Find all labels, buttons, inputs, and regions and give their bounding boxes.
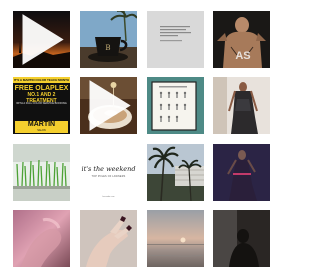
grid-tile-sunset-video[interactable] [13,11,70,68]
grid-tile-coffee-cup[interactable]: B [80,11,137,68]
dark-dancer-photo [213,144,270,201]
grid-tile-dark-nails[interactable] [80,210,137,267]
dark-nails-photo [80,210,137,267]
brand-name: MARTIN [27,121,56,128]
brand-subname: SALON [37,129,46,132]
grid-tile-latte-video[interactable] [80,77,137,134]
grid-tile-woman-dress[interactable] [213,77,270,134]
promo-subtext: WITH A FULL COLOR SERVICE BOOKING [16,102,67,105]
yoga-poster-photo [147,77,204,134]
brand-logo: MARTIN SALON [15,121,68,133]
quote-source: bonzobo.com [102,196,115,198]
coffee-cup-photo: B [80,11,137,68]
promo-card: IT'S A MARTIN COLOR TEACH MONTH FREE OLA… [13,77,70,134]
quote-main-text: it's the weekend [81,165,136,173]
palm-trees-photo [147,144,204,201]
grid-tile-man-portrait[interactable]: AS [213,11,270,68]
woman-dress-photo [213,77,270,134]
grid-tile-beach-dusk[interactable] [147,210,204,267]
wheatgrass-photo [13,144,70,201]
man-portrait-photo: AS [213,11,270,68]
play-icon [89,80,131,131]
grid-tile-weekend-quote[interactable]: it's the weekend TOP POLES OF LAWNERS bo… [80,144,137,201]
grid-tile-yoga-poster[interactable] [147,77,204,134]
photo-grid: B AS IT'S A MARTIN COLOR TEACH MONTH FRE… [0,0,270,267]
quote-tagline: TOP POLES OF LAWNERS [91,175,126,178]
promo-headline-line1: FREE OLAPLEX [14,85,69,92]
grid-tile-pink-hands[interactable] [13,210,70,267]
weekend-quote-card: it's the weekend TOP POLES OF LAWNERS bo… [80,144,137,201]
grid-tile-wheatgrass[interactable] [13,144,70,201]
cup-logo-text: B [105,44,110,52]
promo-strip-text: IT'S A MARTIN COLOR TEACH MONTH [13,77,70,83]
grid-tile-olaplex-promo[interactable]: IT'S A MARTIN COLOR TEACH MONTH FREE OLA… [13,77,70,134]
note-text-lines [160,26,191,42]
pink-hands-photo [13,210,70,267]
grid-tile-dark-dancer[interactable] [213,144,270,201]
grid-tile-dark-silhouette[interactable] [213,210,270,267]
svg-text:AS: AS [235,50,250,62]
grid-tile-grey-note[interactable] [147,11,204,68]
grid-tile-palm-trees[interactable] [147,144,204,201]
grey-note-card [147,11,204,68]
dark-silhouette-photo [213,210,270,267]
play-icon [22,14,64,65]
beach-dusk-photo [147,210,204,267]
